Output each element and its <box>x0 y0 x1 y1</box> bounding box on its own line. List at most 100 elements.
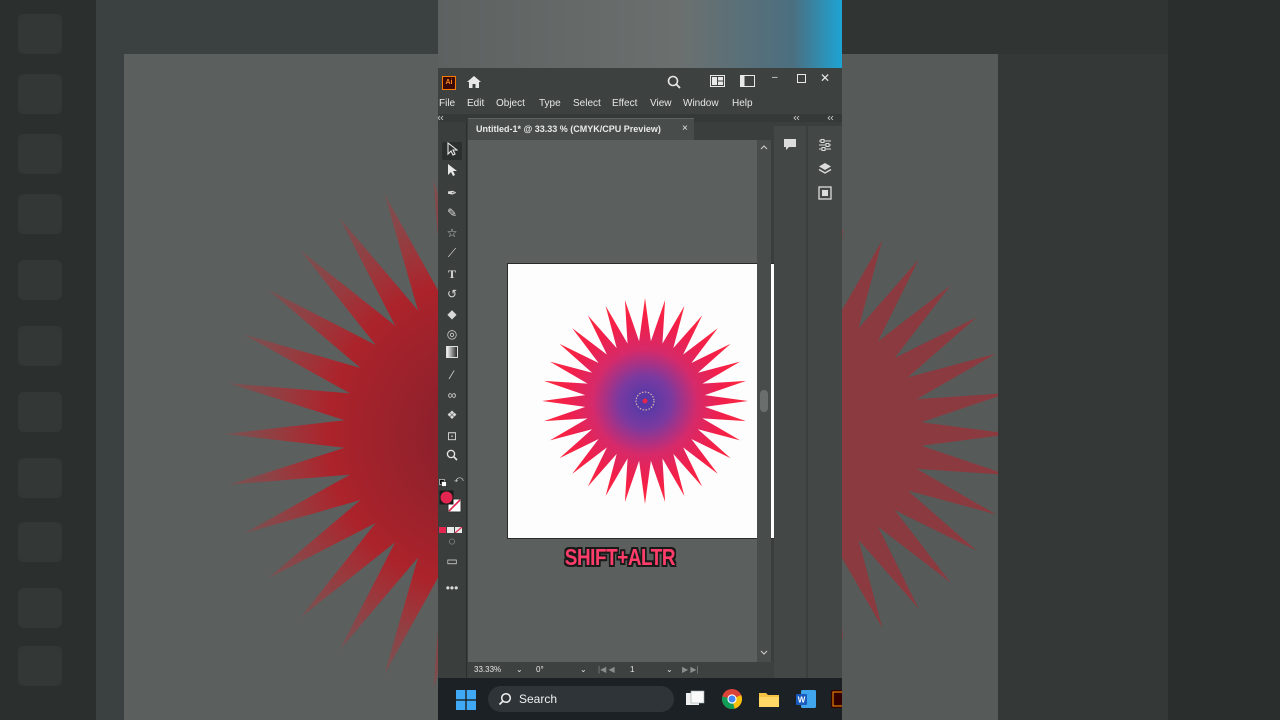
close-icon[interactable]: ✕ <box>820 71 830 85</box>
svg-text:W: W <box>798 696 806 705</box>
menu-effect[interactable]: Effect <box>612 98 637 109</box>
vertical-scrollbar[interactable] <box>757 140 771 662</box>
artboard-tool-icon[interactable]: ⊡ <box>442 427 462 445</box>
gradient-origin-dot[interactable] <box>642 398 648 404</box>
menu-file[interactable]: File <box>439 98 455 109</box>
eraser-tool-icon[interactable]: ◆ <box>442 305 462 323</box>
blurred-tool <box>18 326 62 366</box>
paintbrush-tool-icon[interactable]: ⟋ <box>442 244 462 262</box>
blurred-starburst-right <box>842 228 998 640</box>
file-explorer-icon[interactable] <box>684 688 706 710</box>
menu-bar: File Edit Object Type Select Effect View… <box>438 96 842 114</box>
pen-tool-icon[interactable]: ✒ <box>442 184 462 202</box>
status-bar: 33.33% ⌄ 0° ⌄ |◀ ◀ 1 ⌄ ▶ ▶| <box>468 662 774 678</box>
taskbar-search-box[interactable]: Search <box>488 686 674 712</box>
video-header-blur <box>438 0 842 68</box>
rotation-dropdown-icon[interactable]: ⌄ <box>580 664 587 676</box>
first-artboard-icon[interactable]: |◀ ◀ <box>598 664 615 676</box>
collapse-panel-icon <box>793 115 800 121</box>
swap-colors-icon[interactable]: ⤺ <box>454 474 464 485</box>
illustrator-icon[interactable] <box>830 688 842 710</box>
gradient-tool-icon[interactable] <box>442 345 462 363</box>
illustrator-window: Ai – ✕ File Edit Object Type Select Effe… <box>438 0 842 720</box>
menu-window[interactable]: Window <box>683 98 719 109</box>
layers-icon[interactable] <box>818 162 832 179</box>
expand-toolbar-icon <box>438 115 444 121</box>
artboard-number-field[interactable]: 1 <box>630 664 634 676</box>
menu-view[interactable]: View <box>650 98 672 109</box>
fill-stroke-swatches[interactable] <box>439 490 463 514</box>
word-icon[interactable]: W <box>795 688 817 710</box>
close-document-icon[interactable]: × <box>682 123 688 134</box>
blurred-star-shape <box>842 228 998 640</box>
properties-panel-dock <box>808 126 842 678</box>
blurred-tool <box>18 588 62 628</box>
comments-icon[interactable] <box>783 138 797 154</box>
rotation-field[interactable]: 0° <box>536 664 544 676</box>
blurred-tool <box>18 458 62 498</box>
curvature-tool-icon[interactable]: ✎ <box>442 204 462 222</box>
gradient-starburst[interactable] <box>540 297 750 507</box>
blurred-tool <box>18 260 62 300</box>
arrange-documents-icon[interactable] <box>710 75 725 90</box>
collapsed-panel-dock <box>774 126 806 678</box>
chrome-icon[interactable] <box>721 688 743 710</box>
direct-selection-tool-icon[interactable] <box>442 163 462 181</box>
blurred-tool <box>18 392 62 432</box>
default-colors-icon[interactable] <box>439 474 447 487</box>
zoom-dropdown-icon[interactable]: ⌄ <box>516 664 523 676</box>
illustrator-logo: Ai <box>442 76 456 90</box>
blurred-star-shape <box>224 179 438 689</box>
blurred-right-canvas <box>842 54 998 720</box>
scrollbar-thumb[interactable] <box>760 390 768 412</box>
workspace-icon[interactable] <box>740 75 755 90</box>
folder-icon[interactable] <box>758 688 780 710</box>
windows-taskbar: Search W <box>438 678 842 720</box>
blurred-tool <box>18 646 62 686</box>
search-icon <box>498 692 512 706</box>
selection-tool-icon[interactable] <box>442 141 462 160</box>
zoom-level-field[interactable]: 33.33% <box>474 664 501 676</box>
search-icon[interactable] <box>667 75 681 92</box>
collapse-panel-icon <box>827 115 834 121</box>
next-artboard-icon[interactable]: ▶ ▶| <box>682 664 699 676</box>
home-icon[interactable] <box>466 75 482 92</box>
maximize-icon[interactable] <box>797 72 806 86</box>
shape-builder-tool-icon[interactable]: ◎ <box>442 325 462 343</box>
symbol-sprayer-tool-icon[interactable]: ❖ <box>442 406 462 424</box>
blurred-tool <box>18 74 62 114</box>
color-mode-buttons[interactable] <box>439 520 463 534</box>
screen-mode-icon[interactable]: ▭ <box>442 552 462 570</box>
menu-object[interactable]: Object <box>496 98 525 109</box>
menu-help[interactable]: Help <box>732 98 753 109</box>
blurred-tool <box>18 134 62 174</box>
draw-mode-icon[interactable]: ◌ <box>442 532 462 550</box>
artboard-dropdown-icon[interactable]: ⌄ <box>666 664 673 676</box>
minimize-icon[interactable]: – <box>772 71 778 85</box>
star-tool-icon[interactable]: ☆ <box>442 224 462 242</box>
menu-edit[interactable]: Edit <box>467 98 484 109</box>
menu-select[interactable]: Select <box>573 98 601 109</box>
shortcut-caption: SHIFT+ALTR <box>564 544 676 570</box>
menu-type[interactable]: Type <box>539 98 561 109</box>
windows-start-icon[interactable] <box>456 690 476 710</box>
blurred-tool <box>18 194 62 234</box>
blurred-right-panel <box>998 54 1168 720</box>
artboard[interactable] <box>507 263 783 539</box>
blurred-right-edge <box>1168 0 1280 720</box>
blurred-starburst-left <box>224 179 438 689</box>
type-tool-icon[interactable]: T <box>442 265 462 283</box>
document-tab[interactable]: Untitled-1* @ 33.33 % (CMYK/CPU Preview)… <box>468 118 694 141</box>
title-bar: Ai – ✕ <box>438 68 842 96</box>
tools-panel: ✒ ✎ ☆ ⟋ T ↺ ◆ ◎ ⁄ ∞ ❖ ⊡ ⤺ ◌ ▭ ••• <box>438 122 467 678</box>
blend-tool-icon[interactable]: ∞ <box>442 386 462 404</box>
rotate-tool-icon[interactable]: ↺ <box>442 285 462 303</box>
libraries-icon[interactable] <box>818 186 832 203</box>
blurred-tool <box>18 522 62 562</box>
eyedropper-tool-icon[interactable]: ⁄ <box>442 366 462 384</box>
more-tools-icon[interactable]: ••• <box>442 579 462 597</box>
zoom-tool-icon[interactable] <box>442 448 462 466</box>
properties-icon[interactable] <box>818 138 832 155</box>
blurred-toolbar <box>0 0 96 720</box>
canvas-area[interactable]: SHIFT+ALTR <box>468 140 783 662</box>
